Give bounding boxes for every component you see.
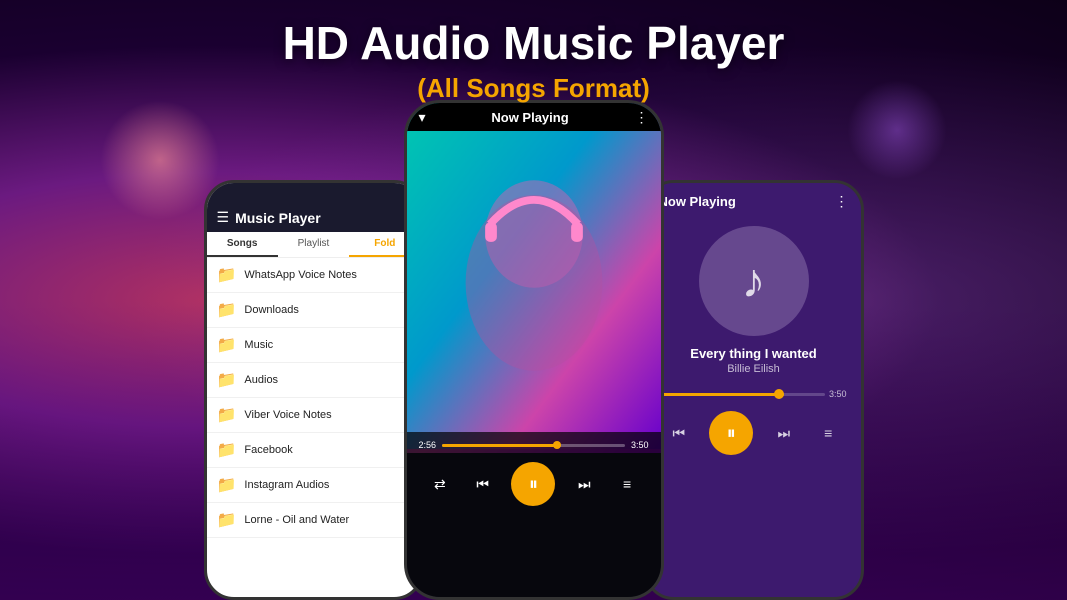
center-notch-bar: ▾ Now Playing ⋮: [407, 103, 661, 131]
folder-name: Facebook: [244, 444, 292, 456]
right-play-pause-button[interactable]: ⏸: [709, 411, 753, 455]
folder-icon: 📁: [217, 370, 237, 390]
list-item[interactable]: 📁 Audios: [207, 363, 421, 398]
folder-list: 📁 WhatsApp Voice Notes 📁 Downloads 📁 Mus…: [207, 258, 421, 538]
playback-controls: ⇄ ⏮ ⏸ ⏭ ≡: [419, 458, 649, 510]
folder-icon: 📁: [217, 335, 237, 355]
prev-button[interactable]: ⏮: [469, 470, 497, 498]
center-phone: ▾ Now Playing ⋮: [404, 100, 664, 600]
time-elapsed: 2:56: [419, 440, 437, 450]
folder-name: WhatsApp Voice Notes: [244, 269, 357, 281]
progress-fill: [442, 444, 561, 447]
center-now-playing-title: Now Playing: [491, 110, 568, 125]
folder-icon: 📁: [217, 265, 237, 285]
list-item[interactable]: 📁 Lorne - Oil and Water: [207, 503, 421, 538]
folder-name: Music: [244, 339, 273, 351]
progress-row: 2:56 3:50: [419, 440, 649, 450]
folder-name: Lorne - Oil and Water: [244, 514, 349, 526]
right-album-area: ♪ Every thing I wanted Billie Eilish: [647, 216, 861, 381]
app-header-left: ☰ Music Player: [207, 203, 421, 232]
hamburger-icon[interactable]: ☰: [217, 209, 230, 226]
tab-playlist[interactable]: Playlist: [278, 232, 349, 257]
right-playback-controls: ⏮ ⏸ ⏭ ≡: [647, 407, 861, 459]
folder-icon: 📁: [217, 510, 237, 530]
album-art-svg: [407, 103, 661, 453]
right-phone: Now Playing ⋮ ♪ Every thing I wanted Bil…: [644, 180, 864, 600]
center-player-controls: 2:56 3:50 ⇄ ⏮ ⏸ ⏭ ≡: [407, 432, 661, 597]
right-song-title: Every thing I wanted: [690, 346, 816, 361]
right-prev-button[interactable]: ⏮: [665, 419, 693, 447]
status-bar-left: [207, 183, 421, 203]
right-album-circle: ♪: [699, 226, 809, 336]
album-art: [407, 103, 661, 453]
list-item[interactable]: 📁 Viber Voice Notes: [207, 398, 421, 433]
shuffle-button[interactable]: ⇄: [426, 470, 454, 498]
tabs-bar: Songs Playlist Fold: [207, 232, 421, 258]
right-artist: Billie Eilish: [727, 363, 780, 375]
time-total: 3:50: [631, 440, 649, 450]
main-subtitle: (All Songs Format): [0, 73, 1067, 104]
right-time-total: 3:50: [829, 389, 847, 399]
progress-bar[interactable]: [442, 444, 625, 447]
tab-songs[interactable]: Songs: [207, 232, 278, 257]
main-title: HD Audio Music Player: [0, 18, 1067, 69]
folder-icon: 📁: [217, 405, 237, 425]
right-progress-row: 3:50: [647, 381, 861, 407]
right-now-playing-title: Now Playing: [659, 194, 736, 209]
list-item[interactable]: 📁 Downloads: [207, 293, 421, 328]
folder-name: Downloads: [244, 304, 298, 316]
right-phone-header: Now Playing ⋮: [647, 183, 861, 216]
right-progress-dot: [774, 389, 784, 399]
list-item[interactable]: 📁 Facebook: [207, 433, 421, 468]
down-arrow-icon[interactable]: ▾: [419, 109, 426, 126]
music-note-icon: ♪: [742, 254, 766, 309]
phones-container: ☰ Music Player Songs Playlist Fold 📁 Wha…: [84, 100, 984, 600]
list-item[interactable]: 📁 WhatsApp Voice Notes: [207, 258, 421, 293]
next-button[interactable]: ⏭: [570, 470, 598, 498]
folder-icon: 📁: [217, 300, 237, 320]
folder-name: Audios: [244, 374, 278, 386]
page-header: HD Audio Music Player (All Songs Format): [0, 18, 1067, 104]
right-next-button[interactable]: ⏭: [770, 419, 798, 447]
app-title: Music Player: [235, 210, 321, 226]
folder-icon: 📁: [217, 440, 237, 460]
more-options-icon[interactable]: ⋮: [634, 109, 648, 126]
list-item[interactable]: 📁 Instagram Audios: [207, 468, 421, 503]
folder-name: Viber Voice Notes: [244, 409, 331, 421]
right-more-icon[interactable]: ⋮: [835, 193, 849, 210]
folder-icon: 📁: [217, 475, 237, 495]
left-phone: ☰ Music Player Songs Playlist Fold 📁 Wha…: [204, 180, 424, 600]
playlist-button[interactable]: ≡: [613, 470, 641, 498]
right-playlist-button[interactable]: ≡: [814, 419, 842, 447]
folder-name: Instagram Audios: [244, 479, 329, 491]
progress-dot: [553, 441, 561, 449]
album-art-image: [407, 103, 661, 453]
play-pause-button[interactable]: ⏸: [511, 462, 555, 506]
list-item[interactable]: 📁 Music: [207, 328, 421, 363]
right-progress-bar[interactable]: [661, 393, 825, 396]
right-progress-fill: [661, 393, 784, 396]
